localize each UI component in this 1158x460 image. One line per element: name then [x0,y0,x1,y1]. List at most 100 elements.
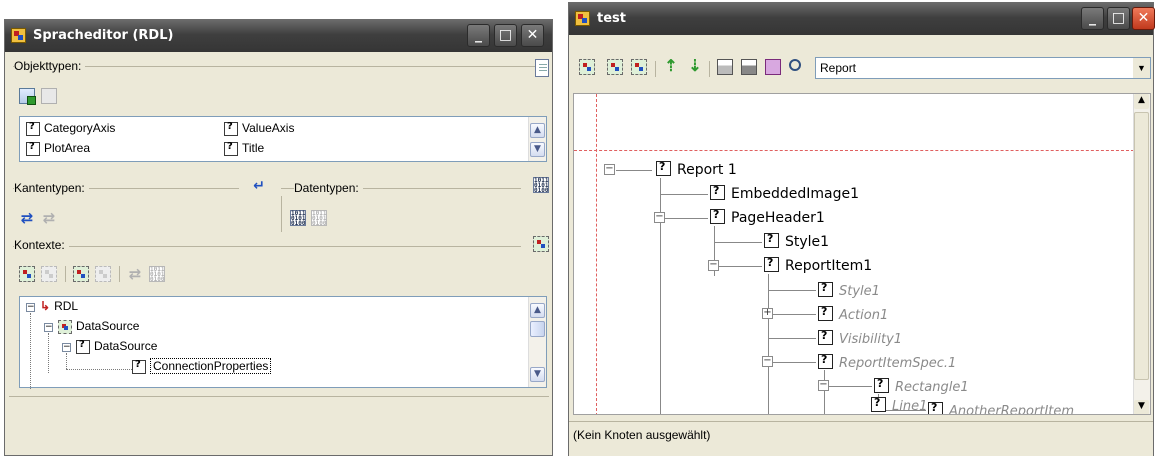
close-button[interactable]: ✕ [521,24,544,47]
scroll-down-button[interactable]: ▼ [1134,400,1149,414]
remove-subcontext-icon [95,266,111,282]
tree-node-visibility1[interactable]: Visibility1 [818,329,902,347]
tree-connector [660,194,708,195]
tree-node-datasource-context[interactable]: DataSource [58,319,139,334]
app-icon [11,28,26,43]
add-objecttype-icon[interactable] [19,88,36,105]
right-title-bar[interactable]: test _ □ ✕ [569,3,1155,35]
objekttypen-list[interactable]: CategoryAxis ValueAxis PlotArea Title ▲ … [19,116,547,162]
scroll-thumb[interactable] [1134,112,1149,380]
tree-node-reportitemspec1[interactable]: ReportItemSpec.1 [818,353,956,371]
tree-connector [768,314,816,315]
tree-connector [824,370,825,414]
expander-report1[interactable]: − [604,164,615,175]
tree-connector [768,362,816,363]
tree-node-style1-inherited[interactable]: Style1 [818,281,880,299]
scroll-down-button[interactable]: ▼ [530,367,545,382]
print-icon[interactable] [717,59,733,75]
add-edgetype-icon[interactable]: ⇄ [19,210,35,226]
move-down-icon[interactable]: ⇣ [687,59,703,75]
scroll-thumb[interactable] [530,321,545,337]
list-item-title[interactable]: Title [224,141,264,156]
datentypen-label: Datentypen: [294,181,363,195]
list-item-valueaxis[interactable]: ValueAxis [224,121,294,136]
expander-reportitem1[interactable]: − [708,260,719,271]
expander-datasource-object[interactable]: − [62,343,71,352]
zoom-icon[interactable] [789,59,801,71]
add-subcontext-icon[interactable] [73,266,89,282]
property-icon [656,160,671,176]
property-icon [871,396,886,412]
list-item-categoryaxis[interactable]: CategoryAxis [26,121,115,136]
app-icon [575,11,590,26]
scroll-up-button[interactable]: ▲ [1134,94,1149,109]
tree-line [30,313,31,389]
scroll-up-button[interactable]: ▲ [530,303,545,318]
tree-node-rdl[interactable]: ↳ RDL [40,299,78,313]
tree-node-datasource-object[interactable]: DataSource [76,339,157,354]
document-icon[interactable] [535,59,549,77]
tree-scrollbar[interactable]: ▲ ▼ [1133,94,1150,414]
tree-node-connectionproperties[interactable]: ConnectionProperties [132,358,272,374]
expander-rectangle1[interactable]: − [818,380,829,391]
add-child-icon[interactable] [607,59,623,75]
minimize-button[interactable]: _ [467,24,490,47]
context-icon[interactable] [533,236,549,252]
swap-arrows-icon[interactable]: ↵ [251,178,267,194]
new-node-icon[interactable] [579,59,595,75]
report-type-select[interactable]: Report ▼ [815,57,1151,79]
objekttypen-group-line [13,66,543,67]
chevron-down-icon[interactable]: ▼ [1133,58,1150,78]
property-icon [818,353,833,369]
kontexte-tree[interactable]: − ↳RDL − DataSource − DataSource Connect… [19,296,547,389]
expander-datasource[interactable]: − [44,323,53,332]
minimize-button[interactable]: _ [1081,7,1104,30]
expander-reportitemspec1[interactable]: − [762,356,773,367]
add-datatype-icon[interactable]: 1011 0101 0100 [290,210,306,227]
move-up-icon[interactable]: ⇡ [663,59,679,75]
maximize-button[interactable]: □ [1107,7,1130,30]
add-sibling-icon[interactable] [631,59,647,75]
kontexte-scrollbar[interactable]: ▲ ▼ [528,297,546,387]
add-context-icon[interactable] [19,266,35,282]
property-icon [224,121,238,136]
left-title-bar[interactable]: Spracheditor (RDL) _ □ ✕ [5,20,552,52]
objekttypen-scrollbar[interactable]: ▲ ▼ [528,117,546,161]
scroll-up-button[interactable]: ▲ [530,123,545,138]
kontexte-toolbar-sep1 [65,266,66,282]
report-tree-canvas[interactable]: − − − + − − Report 1 EmbeddedImage1 Page… [573,93,1151,415]
maximize-button[interactable]: □ [494,24,517,47]
tree-node-reportitem1[interactable]: ReportItem1 [764,256,872,274]
tree-line [66,353,67,369]
scroll-down-button[interactable]: ▼ [530,142,545,157]
list-item-plotarea[interactable]: PlotArea [26,141,90,156]
expander-rdl[interactable]: − [26,303,35,312]
context-datatype-icon: 1011 0101 0100 [149,266,165,283]
expander-action1[interactable]: + [762,308,773,319]
binary-icon[interactable]: 1011 0101 0100 [533,177,549,194]
remove-objecttype-icon [41,88,57,104]
tree-node-embeddedimage1[interactable]: EmbeddedImage1 [710,184,859,202]
tree-node-anotherreportitem[interactable]: AnotherReportItem [928,401,1074,414]
spracheditor-window: Spracheditor (RDL) _ □ ✕ Objekttypen: Ca… [4,19,553,456]
book-icon[interactable] [765,59,781,75]
tree-node-style1[interactable]: Style1 [764,232,829,250]
tree-node-rectangle1[interactable]: Rectangle1 [874,377,969,395]
close-button[interactable]: ✕ [1132,7,1155,30]
print-setup-icon[interactable] [741,59,757,75]
context-node-icon [58,319,72,334]
tree-line [48,333,49,373]
tree-node-pageheader1[interactable]: PageHeader1 [710,208,825,226]
expander-pageheader1[interactable]: − [654,212,665,223]
tree-node-line1[interactable]: Line1 [871,396,927,414]
right-window-title: test [597,11,626,26]
tree-node-action1[interactable]: Action1 [818,305,888,323]
remove-edgetype-icon: ⇄ [42,209,56,227]
guide-line-vertical [596,94,597,414]
tree-connector [616,170,652,171]
tree-connector [714,266,762,267]
property-icon [26,141,40,156]
kanten-daten-divider [281,196,282,232]
property-icon [132,359,146,374]
tree-node-report1[interactable]: Report 1 [656,160,737,178]
